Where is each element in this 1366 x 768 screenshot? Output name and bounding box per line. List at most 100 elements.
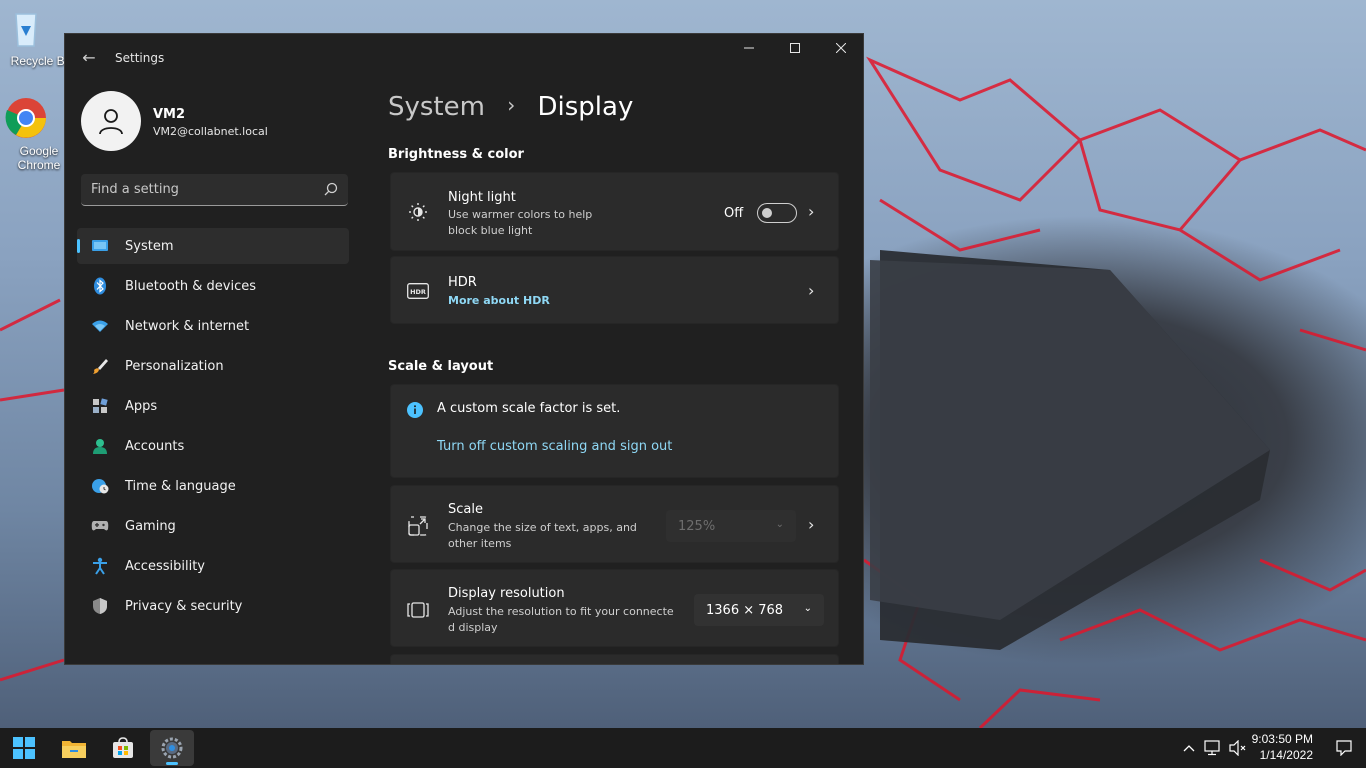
custom-scale-message: A custom scale factor is set. (437, 401, 621, 416)
store-button[interactable] (101, 730, 145, 766)
nav-item-bluetooth[interactable]: Bluetooth & devices (77, 268, 349, 304)
search-input[interactable] (91, 174, 311, 205)
nav-item-time-language[interactable]: Time & language (77, 468, 349, 504)
nav-item-label: Network & internet (125, 318, 250, 334)
display-resolution-card: Display resolution Adjust the resolution… (390, 569, 839, 647)
store-icon (113, 737, 133, 758)
show-hidden-icons-button[interactable] (1180, 739, 1198, 757)
settings-window: ← Settings VM2 VM2@collabnet.local Find … (64, 33, 864, 665)
hdr-link[interactable]: More about HDR (448, 294, 550, 307)
nav-item-label: Accessibility (125, 558, 205, 574)
chevron-up-icon (1183, 745, 1195, 752)
nav-item-system[interactable]: System (77, 228, 349, 264)
search-icon[interactable] (324, 182, 338, 196)
maximize-icon (790, 43, 800, 53)
hdr-title: HDR (448, 275, 477, 290)
night-light-title: Night light (448, 190, 516, 205)
nav-item-label: Apps (125, 398, 158, 414)
svg-text:HDR: HDR (410, 288, 426, 296)
file-explorer-button[interactable] (52, 730, 96, 766)
clock-date: 1/14/2022 (1259, 748, 1313, 762)
resolution-icon (407, 599, 429, 621)
title-bar: ← Settings (65, 34, 863, 80)
clock-time: 9:03:50 PM (1251, 732, 1313, 746)
person-icon (99, 109, 123, 135)
turn-off-custom-scaling-link[interactable]: Turn off custom scaling and sign out (437, 439, 672, 454)
avatar (81, 91, 141, 151)
close-button[interactable] (818, 34, 863, 66)
night-light-toggle[interactable] (757, 203, 797, 223)
page-title: Display (537, 92, 634, 122)
profile-email: VM2@collabnet.local (153, 125, 268, 138)
resolution-value: 1366 × 768 (706, 602, 784, 618)
nav-item-label: System (125, 238, 174, 254)
chevron-right-icon[interactable]: › (808, 204, 822, 220)
nav-item-label: Gaming (125, 518, 176, 534)
nav-item-personalization[interactable]: Personalization (77, 348, 349, 384)
scale-card[interactable]: Scale Change the size of text, apps, and… (390, 485, 839, 563)
volume-muted-icon (1229, 740, 1246, 756)
nav-item-label: Accounts (125, 438, 185, 454)
nav-item-privacy-security[interactable]: Privacy & security (77, 588, 349, 624)
scale-value: 125% (678, 518, 716, 534)
night-light-desc: Use warmer colors to help block blue lig… (448, 208, 593, 237)
start-icon (13, 737, 35, 759)
desktop-icon-label: Google Chrome (17, 144, 61, 172)
nav-item-gaming[interactable]: Gaming (77, 508, 349, 544)
scale-title: Scale (448, 502, 483, 517)
nav-item-network[interactable]: Network & internet (77, 308, 349, 344)
night-light-card[interactable]: Night light Use warmer colors to help bl… (390, 172, 839, 251)
chevron-down-icon: ⌄ (803, 603, 812, 614)
breadcrumb-parent[interactable]: System (388, 92, 485, 122)
network-icon (1204, 740, 1220, 756)
file-explorer-icon (62, 741, 86, 758)
profile-name: VM2 (153, 107, 186, 122)
chevron-down-icon: ⌄ (775, 519, 784, 530)
close-icon (835, 42, 847, 54)
notification-icon (1336, 740, 1352, 756)
back-arrow-icon: ← (82, 48, 96, 67)
chevron-right-icon[interactable]: › (808, 283, 822, 299)
night-light-state: Off (724, 206, 744, 221)
nav-item-label: Personalization (125, 358, 224, 374)
gamepad-icon (91, 517, 109, 535)
recycle-bin-icon (15, 6, 61, 50)
taskbar-clock[interactable]: 9:03:50 PM 1/14/2022 (1252, 731, 1313, 763)
nav-item-apps[interactable]: Apps (77, 388, 349, 424)
scale-dropdown[interactable]: 125% ⌄ (666, 510, 796, 542)
person-icon (91, 437, 109, 455)
nav-item-accessibility[interactable]: Accessibility (77, 548, 349, 584)
hdr-card[interactable]: HDR HDR More about HDR › (390, 256, 839, 324)
taskbar: 9:03:50 PM 1/14/2022 (0, 728, 1366, 768)
display-resolution-desc: Adjust the resolution to fit your connec… (448, 605, 674, 634)
apps-icon (91, 397, 109, 415)
chevron-right-icon[interactable]: › (808, 517, 822, 533)
globe-clock-icon (91, 477, 109, 495)
display-resolution-title: Display resolution (448, 586, 565, 601)
volume-button[interactable] (1229, 739, 1247, 757)
notification-center-button[interactable] (1335, 739, 1353, 757)
nav-item-accounts[interactable]: Accounts (77, 428, 349, 464)
settings-search[interactable] (81, 174, 348, 206)
settings-icon (161, 737, 183, 759)
section-title-scale-layout: Scale & layout (388, 359, 494, 374)
bluetooth-icon (91, 277, 109, 295)
start-button[interactable] (2, 730, 46, 766)
maximize-button[interactable] (772, 34, 818, 66)
minimize-button[interactable] (726, 34, 772, 66)
back-button[interactable]: ← (77, 46, 101, 70)
nav-item-label: Privacy & security (125, 598, 243, 614)
accessibility-icon (91, 557, 109, 575)
nav-item-label: Bluetooth & devices (125, 278, 256, 294)
scale-desc: Change the size of text, apps, and other… (448, 521, 637, 550)
section-title-brightness: Brightness & color (388, 147, 524, 162)
chrome-icon (5, 96, 61, 140)
breadcrumb: System › Display (388, 92, 633, 122)
resolution-dropdown[interactable]: 1366 × 768 ⌄ (694, 594, 824, 626)
toggle-knob (762, 208, 772, 218)
network-button[interactable] (1204, 739, 1222, 757)
hdr-icon: HDR (407, 280, 429, 302)
next-setting-card[interactable] (390, 654, 839, 664)
nav-menu: System Bluetooth & devices Network & int… (77, 228, 349, 628)
settings-taskbar-button[interactable] (150, 730, 194, 766)
